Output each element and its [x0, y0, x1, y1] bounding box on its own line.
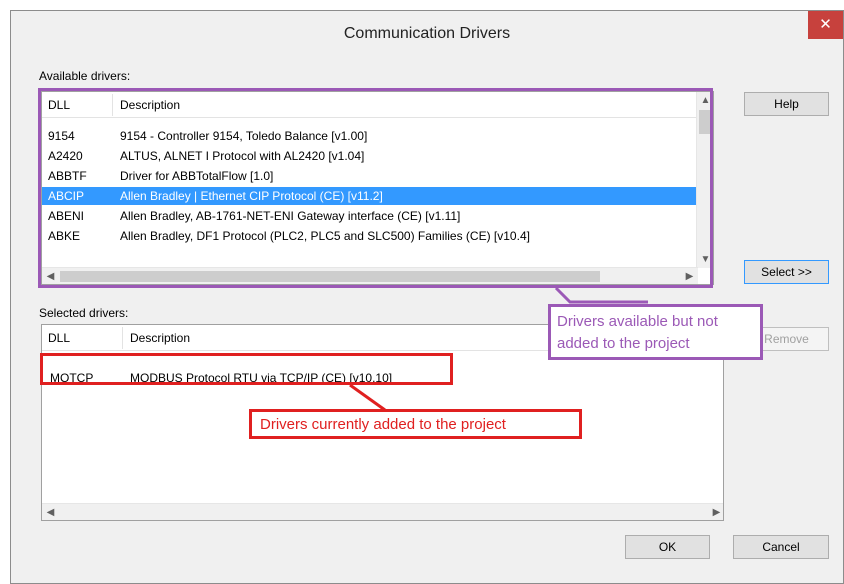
column-header-description[interactable]: Description — [124, 325, 190, 351]
selected-drivers-label: Selected drivers: — [39, 306, 129, 320]
selected-driver-highlight — [40, 353, 453, 385]
selected-drivers-note: Drivers currently added to the project — [249, 409, 582, 439]
column-divider[interactable] — [122, 327, 123, 349]
selected-horizontal-scrollbar[interactable]: ◀ ▶ — [42, 503, 723, 520]
available-note-line1: Drivers available but not — [557, 313, 718, 330]
scroll-right-icon[interactable]: ▶ — [708, 504, 723, 520]
close-button[interactable]: ✕ — [808, 11, 843, 39]
available-drivers-note: Drivers available but not added to the p… — [548, 304, 763, 360]
dialog-title: Communication Drivers — [343, 25, 511, 42]
title-bar: Communication Drivers ✕ — [11, 11, 843, 57]
scroll-left-icon[interactable]: ◀ — [42, 504, 59, 520]
available-drivers-label: Available drivers: — [39, 69, 131, 83]
cancel-button[interactable]: Cancel — [733, 535, 829, 559]
available-note-line2: added to the project — [557, 335, 690, 352]
help-button[interactable]: Help — [744, 92, 829, 116]
column-header-dll[interactable]: DLL — [42, 325, 70, 351]
select-button[interactable]: Select >> — [744, 260, 829, 284]
available-drivers-highlight — [38, 88, 713, 288]
ok-button[interactable]: OK — [625, 535, 710, 559]
